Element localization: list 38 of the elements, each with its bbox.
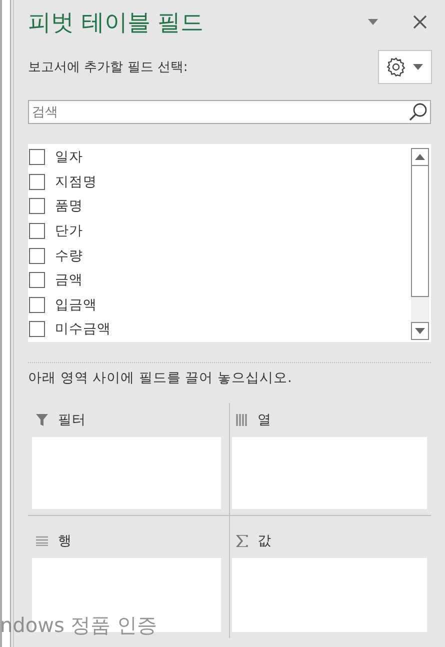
filter-icon — [36, 414, 48, 426]
area-label: 행 — [58, 532, 72, 550]
field-checkbox[interactable] — [29, 174, 45, 190]
dropdown-icon[interactable] — [367, 18, 379, 26]
caret-icon — [413, 64, 423, 70]
drag-hint: 아래 영역 사이에 필드를 끌어 놓으십시오. — [28, 369, 293, 387]
field-label[interactable]: 일자 — [55, 148, 83, 166]
close-icon[interactable] — [413, 15, 427, 29]
field-label[interactable]: 금액 — [55, 271, 83, 290]
search-field[interactable]: 검색 — [28, 100, 431, 124]
gear-icon — [385, 56, 407, 78]
sigma-icon — [236, 535, 248, 547]
search-icon[interactable] — [408, 102, 428, 122]
area-label: 열 — [258, 411, 272, 429]
field-checkbox[interactable] — [29, 272, 45, 288]
area-label: 값 — [258, 532, 272, 550]
choose-fields-label: 보고서에 추가할 필드 선택: — [28, 59, 188, 76]
scroll-thumb[interactable] — [411, 166, 429, 297]
field-checkbox[interactable] — [29, 223, 45, 240]
field-checkbox[interactable] — [29, 296, 45, 313]
field-checkbox[interactable] — [29, 198, 45, 214]
field-label[interactable]: 지점명 — [55, 172, 97, 191]
field-checkbox[interactable] — [29, 321, 45, 338]
scroll-up-icon[interactable] — [411, 148, 429, 166]
field-label[interactable]: 수량 — [55, 246, 83, 265]
columns-icon — [236, 414, 248, 426]
field-label[interactable]: 미수금액 — [55, 320, 111, 338]
field-label[interactable]: 입금액 — [55, 296, 97, 314]
field-label[interactable]: 품명 — [55, 197, 83, 216]
settings-button[interactable] — [378, 50, 432, 84]
field-checkbox[interactable] — [29, 149, 45, 166]
scrollbar[interactable] — [411, 148, 429, 340]
field-checkbox[interactable] — [29, 248, 45, 264]
field-label[interactable]: 단가 — [55, 222, 83, 240]
rows-icon — [36, 536, 48, 546]
pane-title: 피벗 테이블 필드 — [28, 8, 205, 38]
scroll-down-icon[interactable] — [411, 322, 429, 340]
area-label: 필터 — [58, 411, 86, 429]
